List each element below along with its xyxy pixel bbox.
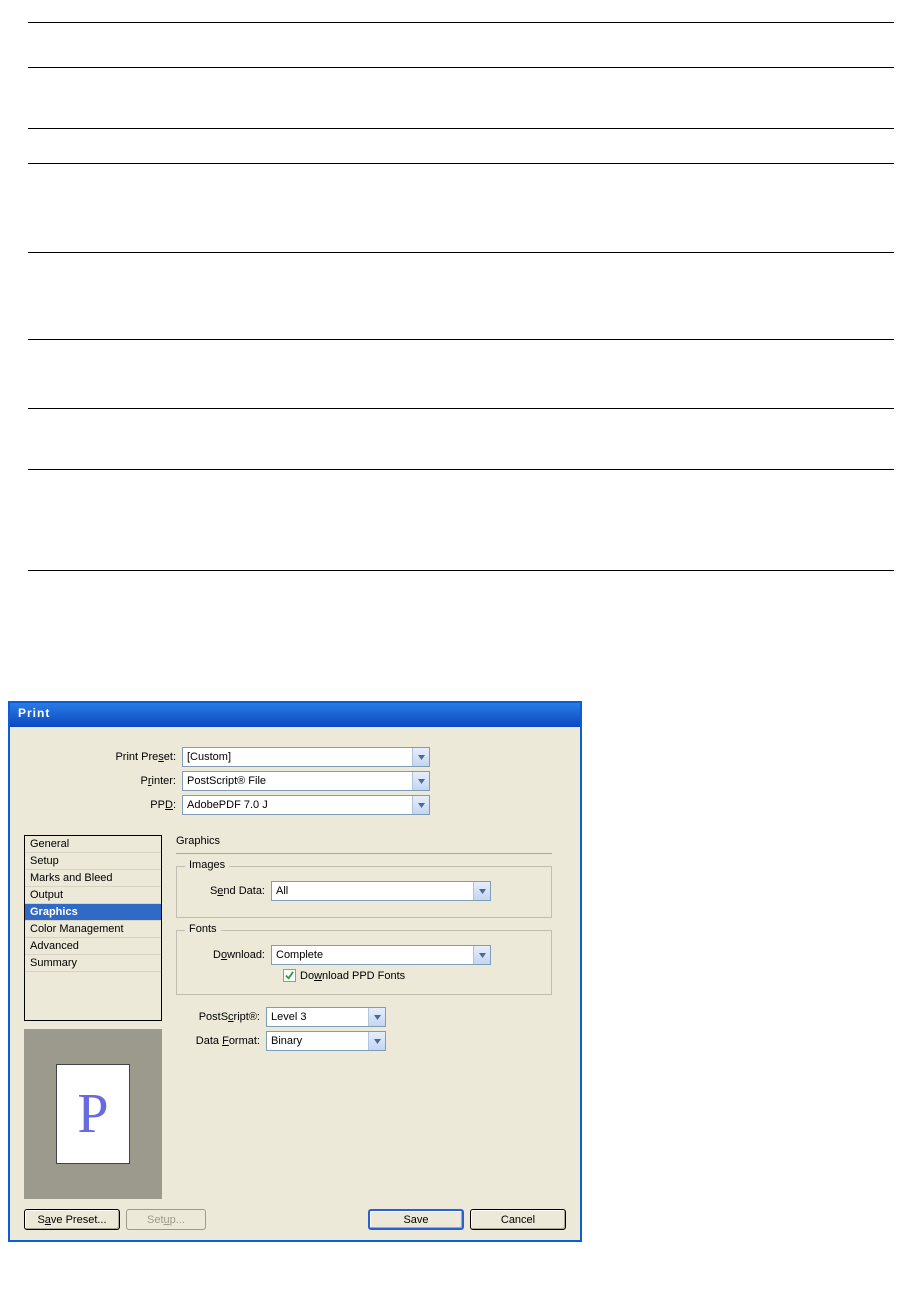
dropdown-button-icon[interactable]	[368, 1008, 385, 1026]
sidebar-item-marks-and-bleed[interactable]: Marks and Bleed	[25, 870, 161, 887]
download-ppd-fonts-label: Download PPD Fonts	[300, 970, 405, 982]
sidebar-item-color-management[interactable]: Color Management	[25, 921, 161, 938]
dropdown-button-icon[interactable]	[473, 882, 490, 900]
send-data-value: All	[272, 885, 473, 897]
fonts-group-label: Fonts	[185, 923, 221, 935]
data-format-value: Binary	[267, 1035, 368, 1047]
save-preset-button[interactable]: Save Preset...	[24, 1209, 120, 1230]
window-titlebar: Print	[10, 703, 580, 727]
ppd-label: PPD:	[24, 799, 182, 811]
document-rule-area	[0, 0, 922, 571]
dropdown-button-icon[interactable]	[412, 748, 429, 766]
sidebar-item-output[interactable]: Output	[25, 887, 161, 904]
print-preset-select[interactable]: [Custom]	[182, 747, 430, 767]
print-dialog: Print Print Preset: [Custom] Printer:	[8, 701, 582, 1242]
images-group-label: Images	[185, 859, 229, 871]
panel-divider	[176, 853, 552, 854]
send-data-select[interactable]: All	[271, 881, 491, 901]
dropdown-button-icon[interactable]	[473, 946, 490, 964]
send-data-label: Send Data:	[187, 885, 271, 897]
printer-select[interactable]: PostScript® File	[182, 771, 430, 791]
images-group: Images Send Data: All	[176, 866, 552, 918]
save-button[interactable]: Save	[368, 1209, 464, 1230]
setup-button: Setup...	[126, 1209, 206, 1230]
postscript-select[interactable]: Level 3	[266, 1007, 386, 1027]
print-preset-label: Print Preset:	[24, 751, 182, 763]
cancel-button-label: Cancel	[501, 1214, 535, 1226]
fonts-group: Fonts Download: Complete	[176, 930, 552, 995]
sidebar-item-summary[interactable]: Summary	[25, 955, 161, 972]
panel-heading: Graphics	[176, 835, 566, 847]
sidebar-item-general[interactable]: General	[25, 836, 161, 853]
sidebar-item-graphics[interactable]: Graphics	[25, 904, 161, 921]
sidebar-item-advanced[interactable]: Advanced	[25, 938, 161, 955]
printer-value: PostScript® File	[183, 775, 412, 787]
download-label: Download:	[187, 949, 271, 961]
preview-page: P	[56, 1064, 130, 1164]
data-format-label: Data Format:	[176, 1035, 266, 1047]
download-value: Complete	[272, 949, 473, 961]
postscript-value: Level 3	[267, 1011, 368, 1023]
sidebar-item-setup[interactable]: Setup	[25, 853, 161, 870]
page-preview: P	[24, 1029, 162, 1199]
category-listbox[interactable]: General Setup Marks and Bleed Output Gra…	[24, 835, 162, 1021]
download-ppd-fonts-checkbox[interactable]: Download PPD Fonts	[283, 969, 541, 982]
ppd-select[interactable]: AdobePDF 7.0 J	[182, 795, 430, 815]
data-format-select[interactable]: Binary	[266, 1031, 386, 1051]
dropdown-button-icon[interactable]	[368, 1032, 385, 1050]
checkbox-checked-icon	[283, 969, 296, 982]
dropdown-button-icon[interactable]	[412, 796, 429, 814]
save-button-label: Save	[403, 1214, 428, 1226]
printer-label: Printer:	[24, 775, 182, 787]
download-select[interactable]: Complete	[271, 945, 491, 965]
print-preset-value: [Custom]	[183, 751, 412, 763]
cancel-button[interactable]: Cancel	[470, 1209, 566, 1230]
ppd-value: AdobePDF 7.0 J	[183, 799, 412, 811]
window-title: Print	[18, 706, 50, 720]
dropdown-button-icon[interactable]	[412, 772, 429, 790]
postscript-label: PostScript®:	[176, 1011, 266, 1023]
preview-letter: P	[77, 1082, 108, 1146]
